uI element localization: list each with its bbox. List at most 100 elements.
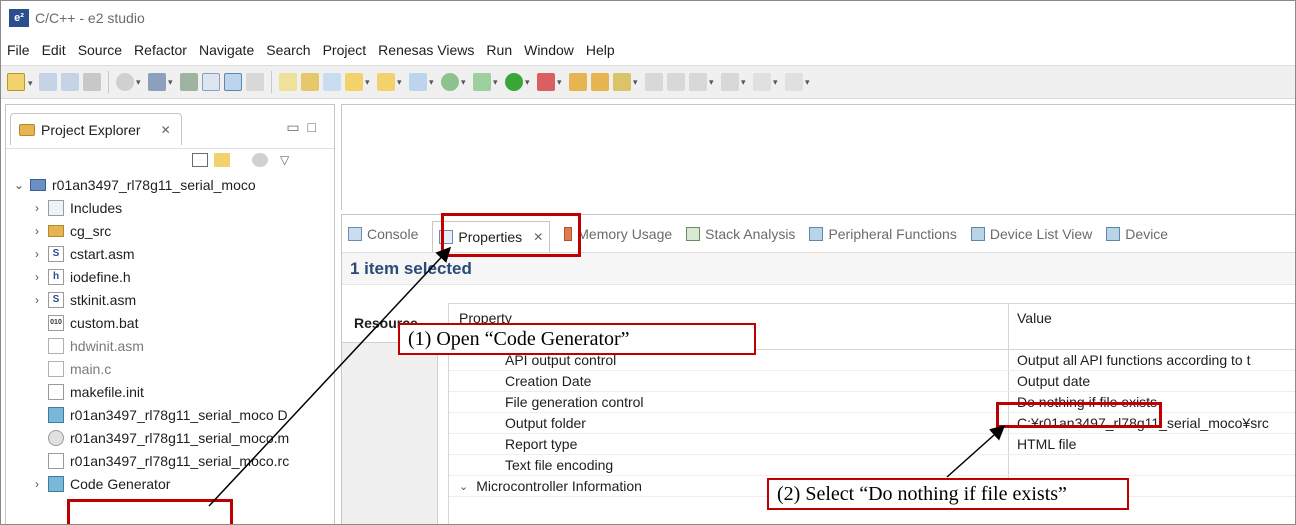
chevron-right-icon[interactable]: › [30,247,44,261]
menu-window[interactable]: Window [524,42,574,58]
property-name: Report type [449,434,1009,454]
tree-item-debug-config[interactable]: r01an3497_rl78g11_serial_moco D [6,403,334,426]
table-row[interactable]: Creation Date Output date [449,371,1295,392]
back-icon[interactable] [753,73,771,91]
table-row[interactable]: Report type HTML file [449,434,1295,455]
tab-label: Project Explorer [41,121,141,138]
tab-device[interactable]: Device [1106,226,1168,242]
property-value[interactable]: Output all API functions according to t [1009,350,1295,370]
link-with-editor-icon[interactable] [214,153,230,167]
tree-project-row[interactable]: ⌄ r01an3497_rl78g11_serial_moco [6,173,334,196]
tree-item-code-generator[interactable]: › Code Generator [6,472,334,495]
menu-search[interactable]: Search [266,42,310,58]
run-icon[interactable] [505,73,523,91]
open-task-icon[interactable] [591,73,609,91]
tab-console[interactable]: Console [348,226,418,242]
tree-item-cg-src[interactable]: › cg_src [6,219,334,242]
debug-view-icon[interactable] [246,73,264,91]
tree-item-main-c[interactable]: main.c [6,357,334,380]
tree-item-includes[interactable]: › Includes [6,196,334,219]
build-hammer-icon[interactable] [148,73,166,91]
close-icon[interactable]: ✕ [161,123,171,137]
table-row[interactable]: Output folder C:¥r01an3497_rl78g11_seria… [449,413,1295,434]
menu-refactor[interactable]: Refactor [134,42,187,58]
tab-peripheral-functions[interactable]: Peripheral Functions [809,226,957,242]
column-value[interactable]: Value [1009,304,1295,349]
skip-breakpoints-icon[interactable] [224,73,242,91]
device-icon [1106,226,1121,241]
chevron-right-icon[interactable]: › [30,224,44,238]
menu-help[interactable]: Help [586,42,615,58]
chevron-down-icon[interactable]: ⌄ [459,480,468,493]
filter-icon[interactable] [252,153,268,167]
menu-navigate[interactable]: Navigate [199,42,254,58]
search-icon[interactable] [613,73,631,91]
window-title: C/C++ - e2 studio [35,10,145,26]
menu-run[interactable]: Run [486,42,512,58]
tree-item-label: iodefine.h [70,268,131,285]
tab-stack-analysis[interactable]: Stack Analysis [686,226,795,242]
new-icon[interactable] [7,73,25,91]
bat-file-icon: 010 [48,314,64,331]
tree-item-makefile-init[interactable]: makefile.init [6,380,334,403]
binary-icon[interactable] [202,73,220,91]
external-tools-icon[interactable] [537,73,555,91]
project-explorer-panel: Project Explorer ✕ ▭□ ▽ ⌄ r01an3497_rl78… [5,104,335,524]
build-all-icon[interactable] [180,73,198,91]
save-all-icon[interactable] [61,73,79,91]
main-toolbar [1,65,1295,99]
pin-icon[interactable] [301,73,319,91]
tree-item-label: Code Generator [70,475,171,492]
menu-project[interactable]: Project [323,42,367,58]
property-name: Creation Date [449,371,1009,391]
highlight-properties-tab [441,213,581,257]
property-value[interactable] [1009,455,1295,475]
tree-item-label: r01an3497_rl78g11_serial_moco.rc [70,452,290,469]
new-project-icon[interactable] [345,73,363,91]
menu-renesas-views[interactable]: Renesas Views [378,42,474,58]
title-bar: e² C/C++ - e2 studio [1,1,1295,35]
tree-item-iodefine[interactable]: › h iodefine.h [6,265,334,288]
property-value[interactable]: HTML file [1009,434,1295,454]
next-annotation-icon[interactable] [689,73,707,91]
tree-item-hdwinit[interactable]: hdwinit.asm [6,334,334,357]
property-name: File generation control [449,392,1009,412]
new-class-icon[interactable] [441,73,459,91]
tree-item-map-file[interactable]: r01an3497_rl78g11_serial_moco.m [6,426,334,449]
menu-source[interactable]: Source [78,42,122,58]
previous-annotation-icon[interactable] [721,73,739,91]
save-icon[interactable] [39,73,57,91]
view-menu-icon[interactable]: ▽ [280,153,296,167]
project-name: r01an3497_rl78g11_serial_moco [52,176,256,193]
tree-item-cstart[interactable]: › S cstart.asm [6,242,334,265]
tree-item-custom-bat[interactable]: 010 custom.bat [6,311,334,334]
tab-device-list-view[interactable]: Device List View [970,226,1092,242]
build-config-icon[interactable] [116,73,134,91]
tab-project-explorer[interactable]: Project Explorer ✕ [10,113,182,145]
property-value[interactable]: Output date [1009,371,1295,391]
chevron-right-icon[interactable]: › [30,270,44,284]
minimize-maximize-icons[interactable]: ▭□ [286,119,324,136]
new-folder-icon[interactable] [377,73,395,91]
show-whitespace-icon[interactable] [667,73,685,91]
debug-icon[interactable] [473,73,491,91]
tree-item-stkinit[interactable]: › S stkinit.asm [6,288,334,311]
code-generator-toolbar-icon[interactable] [279,73,297,91]
chevron-right-icon[interactable]: › [30,293,44,307]
configure-icon[interactable] [323,73,341,91]
new-source-icon[interactable] [409,73,427,91]
table-row[interactable]: Text file encoding [449,455,1295,476]
collapse-all-icon[interactable] [192,153,208,167]
chevron-right-icon[interactable]: › [30,201,44,215]
chevron-down-icon[interactable]: ⌄ [12,178,26,192]
forward-icon[interactable] [785,73,803,91]
toggle-mark-icon[interactable] [645,73,663,91]
tree-item-rc-file[interactable]: r01an3497_rl78g11_serial_moco.rc [6,449,334,472]
print-icon[interactable] [83,73,101,91]
table-row[interactable]: File generation control Do nothing if fi… [449,392,1295,413]
menu-file[interactable]: File [7,42,30,58]
toolbar-separator [108,71,109,93]
chevron-right-icon[interactable]: › [30,477,44,491]
open-folder-icon[interactable] [569,73,587,91]
menu-edit[interactable]: Edit [42,42,66,58]
